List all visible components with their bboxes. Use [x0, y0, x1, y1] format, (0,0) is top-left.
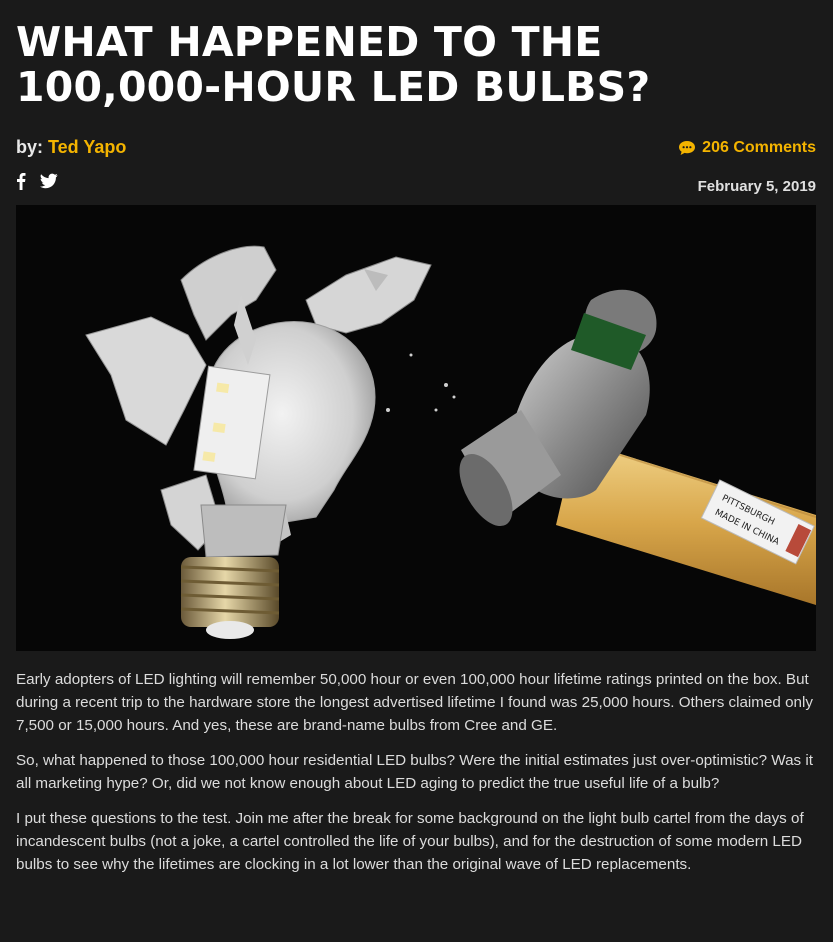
article-body: Early adopters of LED lighting will reme…	[16, 668, 816, 888]
paragraph: Early adopters of LED lighting will reme…	[16, 671, 813, 734]
byline: by: Ted Yapo	[16, 137, 126, 158]
paragraph: So, what happened to those 100,000 hour …	[16, 752, 813, 792]
twitter-icon[interactable]	[39, 173, 58, 194]
shattered-led-bulb-and-hammer-image: PITTSBURGH MADE IN CHINA	[16, 205, 816, 651]
comments-count: 206 Comments	[702, 139, 816, 156]
byline-prefix: by:	[16, 137, 43, 157]
hero-image: PITTSBURGH MADE IN CHINA	[16, 205, 816, 651]
comments-link[interactable]: 206 Comments	[678, 139, 816, 157]
facebook-icon[interactable]	[16, 172, 26, 195]
author-link[interactable]: Ted Yapo	[48, 137, 126, 157]
social-share	[16, 172, 58, 195]
comment-bubble-icon	[678, 140, 696, 156]
publish-date: February 5, 2019	[697, 178, 816, 195]
article-title: WHAT HAPPENED TO THE 100,000-HOUR LED BU…	[16, 18, 651, 111]
paragraph: I put these questions to the test. Join …	[16, 810, 804, 873]
